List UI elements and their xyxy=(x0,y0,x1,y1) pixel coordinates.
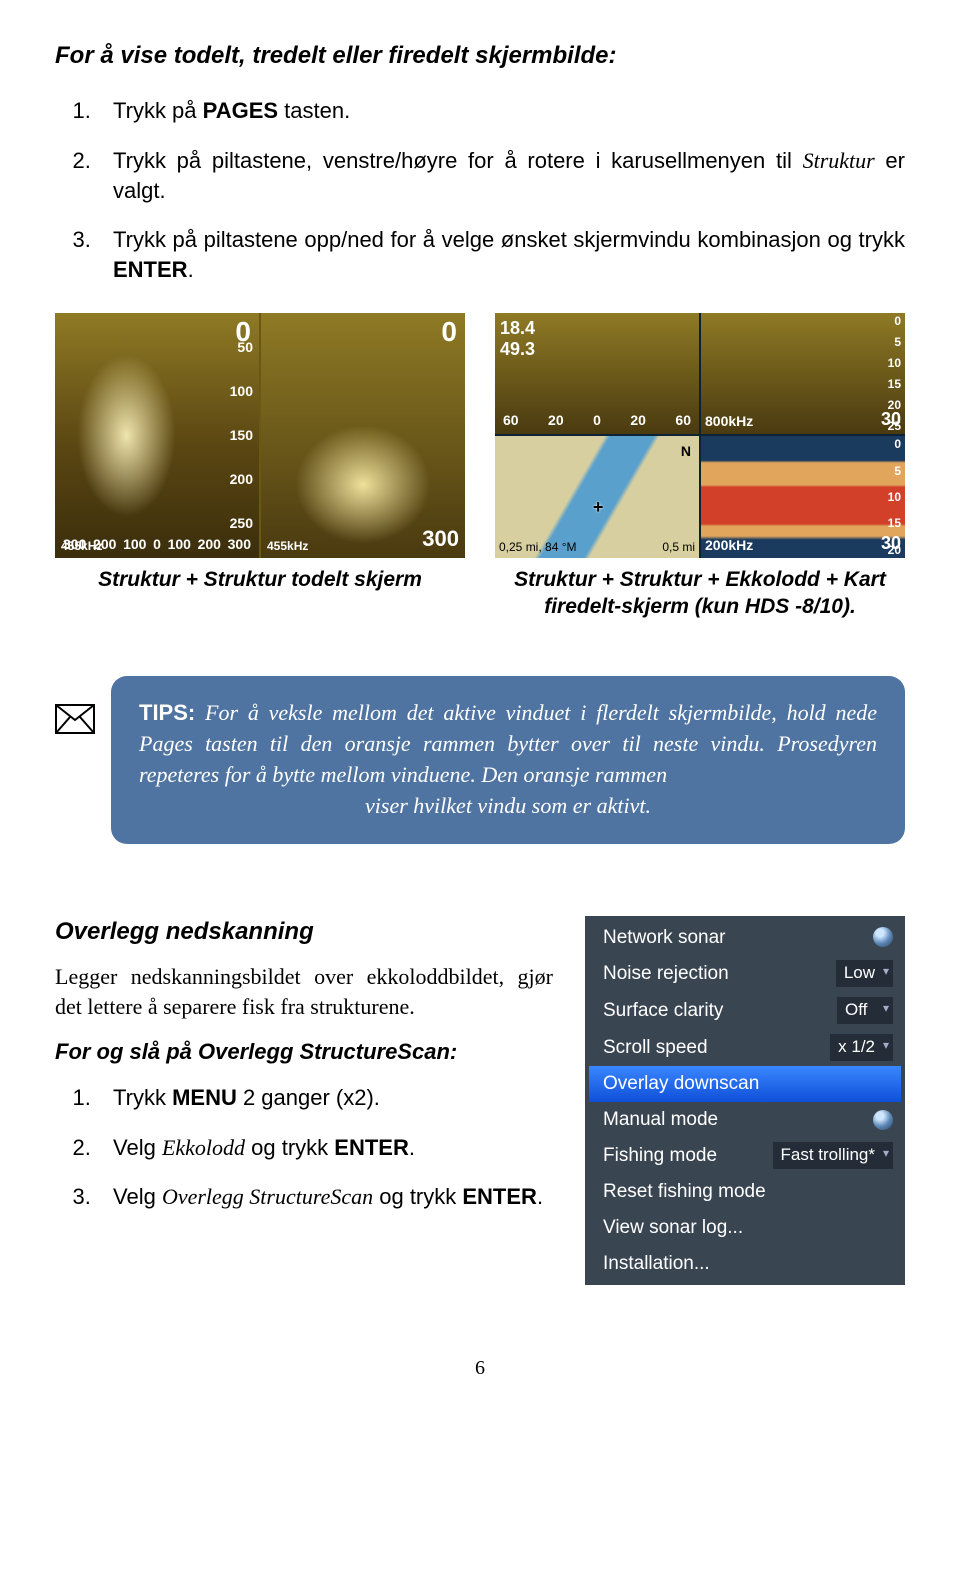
sonar-quad: 18.4 49.3 60 20 0 20 60 0 5 10 15 20 25 xyxy=(495,313,905,558)
menu-item[interactable]: Noise rejection Low xyxy=(589,955,901,992)
menu-item[interactable]: Fishing mode Fast trolling* xyxy=(589,1137,901,1174)
menu-item-label: Overlay downscan xyxy=(603,1071,759,1097)
o-step-3: Velg Overlegg StructureScan og trykk ENT… xyxy=(97,1182,553,1212)
menu-item[interactable]: Scroll speed x 1/2 xyxy=(589,1029,901,1066)
menu-screenshot: Network sonar Noise rejection Low Surface c… xyxy=(585,916,905,1286)
quad-q1: 18.4 49.3 60 20 0 20 60 xyxy=(495,313,699,435)
radio-icon[interactable] xyxy=(873,1110,893,1130)
menu-item[interactable]: Reset fishing mode xyxy=(589,1174,901,1210)
page-number: 6 xyxy=(55,1355,905,1382)
sonar-two-pane: 0 50 100 150 200 250 455kHz 300 200 100 … xyxy=(55,313,465,558)
menu-item[interactable]: Manual mode xyxy=(589,1102,901,1138)
step-1: Trykk på PAGES tasten. xyxy=(97,96,905,126)
menu-item-label: Manual mode xyxy=(603,1107,718,1133)
menu-item[interactable]: Installation... xyxy=(589,1246,901,1282)
sonar-pane-1: 0 50 100 150 200 250 455kHz 300 200 100 … xyxy=(55,313,259,558)
screenshot-right-col: 18.4 49.3 60 20 0 20 60 0 5 10 15 20 25 xyxy=(495,313,905,621)
overlegg-section: Overlegg nedskanning Legger nedskannings… xyxy=(55,916,905,1286)
menu-item-label: View sonar log... xyxy=(603,1215,743,1241)
menu-item[interactable]: Surface clarity Off xyxy=(589,992,901,1029)
steps-list-1: Trykk på PAGES tasten. Trykk på piltaste… xyxy=(97,96,905,284)
menu-item-label: Noise rejection xyxy=(603,961,729,987)
menu-item-value[interactable]: Fast trolling* xyxy=(773,1142,893,1169)
step-3: Trykk på piltastene opp/ned for å velge … xyxy=(97,225,905,284)
overlegg-title: Overlegg nedskanning xyxy=(55,916,553,948)
menu-item[interactable]: View sonar log... xyxy=(589,1210,901,1246)
screenshot-left-col: 0 50 100 150 200 250 455kHz 300 200 100 … xyxy=(55,313,465,621)
menu-item-value[interactable]: x 1/2 xyxy=(830,1034,893,1061)
menu-item[interactable]: Overlay downscan xyxy=(589,1066,901,1102)
quad-q2: 0 5 10 15 20 25 800kHz 30 xyxy=(701,313,905,435)
quad-echo: 0 5 10 15 20 200kHz 30 xyxy=(701,436,905,558)
overlegg-subhead: For og slå på Overlegg StructureScan: xyxy=(55,1037,553,1067)
menu-item[interactable]: Network sonar xyxy=(589,920,901,956)
menu-item-label: Surface clarity xyxy=(603,998,723,1024)
step-2: Trykk på piltastene, venstre/høyre for å… xyxy=(97,146,905,205)
envelope-icon xyxy=(55,704,95,734)
radio-icon[interactable] xyxy=(873,927,893,947)
heading: For å vise todelt, tredelt eller firedel… xyxy=(55,40,905,72)
steps-list-2: Trykk MENU 2 ganger (x2). Velg Ekkolodd … xyxy=(97,1083,553,1212)
menu-item-value[interactable]: Off xyxy=(837,997,893,1024)
screenshot-right-caption: Struktur + Struktur + Ekkolodd + Kart fi… xyxy=(495,566,905,621)
menu-item-label: Reset fishing mode xyxy=(603,1179,766,1205)
menu-item-label: Fishing mode xyxy=(603,1143,717,1169)
quad-map: N + 0,25 mi, 84 °M 0,5 mi xyxy=(495,436,699,558)
screenshot-left-caption: Struktur + Struktur todelt skjerm xyxy=(55,566,465,593)
sonar-pane-2: 0 455kHz 300 xyxy=(261,313,465,558)
tips-wrap: TIPS: For å veksle mellom det aktive vin… xyxy=(55,676,905,843)
o-step-1: Trykk MENU 2 ganger (x2). xyxy=(97,1083,553,1113)
menu-item-label: Scroll speed xyxy=(603,1035,708,1061)
o-step-2: Velg Ekkolodd og trykk ENTER. xyxy=(97,1133,553,1163)
overlegg-body: Legger nedskanningsbildet over ekkoloddb… xyxy=(55,962,553,1021)
menu-item-label: Installation... xyxy=(603,1251,710,1277)
tips-box: TIPS: For å veksle mellom det aktive vin… xyxy=(111,676,905,843)
menu-item-label: Network sonar xyxy=(603,925,726,951)
menu-item-value[interactable]: Low xyxy=(836,960,893,987)
screenshot-row: 0 50 100 150 200 250 455kHz 300 200 100 … xyxy=(55,313,905,621)
